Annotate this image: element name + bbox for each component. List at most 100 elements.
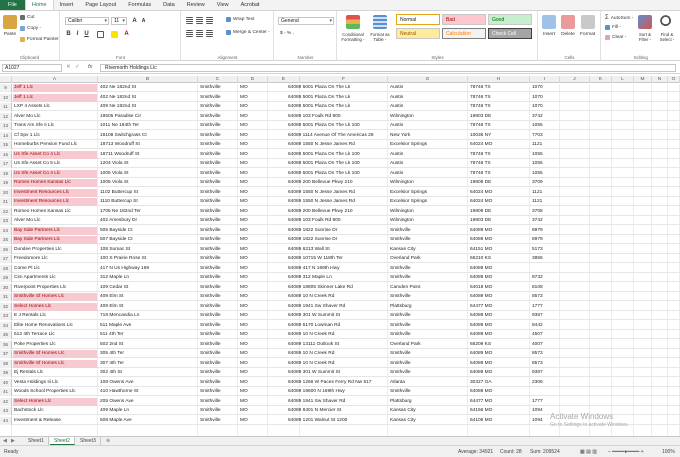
cell[interactable]: 402 Ne 182nd St: [99, 84, 197, 92]
cell[interactable]: Smithville Sf Homes Llc: [13, 359, 97, 368]
cell[interactable]: 8979: [531, 236, 561, 244]
column-header-d[interactable]: D: [238, 76, 268, 83]
cell[interactable]: Investment Resources Llc: [13, 188, 97, 197]
cell[interactable]: Kansas City: [389, 407, 467, 415]
cell[interactable]: Wilmington: [389, 179, 467, 187]
cell[interactable]: 64089 1941 Sw Shaver Rd: [287, 303, 387, 311]
sheet-tab-sheet2[interactable]: Sheet2: [50, 437, 75, 445]
cell[interactable]: MO: [239, 255, 267, 263]
cell[interactable]: Alver Mo Llc: [13, 217, 97, 225]
cell[interactable]: 8442: [531, 322, 561, 330]
row-header[interactable]: 39: [0, 369, 12, 377]
row-header[interactable]: 11: [0, 103, 12, 111]
column-header-a[interactable]: A: [12, 76, 98, 83]
cell[interactable]: 64089 MO: [469, 322, 529, 330]
cell[interactable]: Freedomore Llc: [13, 255, 97, 263]
row-header[interactable]: 25: [0, 236, 12, 244]
cell[interactable]: Smithville Sf Homes Llc: [13, 293, 97, 301]
find-select-button[interactable]: Find & Select -: [657, 15, 677, 42]
cell[interactable]: Austin: [389, 151, 467, 159]
cell[interactable]: MO: [239, 84, 267, 92]
cell[interactable]: Kansas City: [389, 246, 467, 254]
merge-center-button[interactable]: Merge & Center -: [226, 30, 270, 35]
cell[interactable]: Wilmington: [389, 217, 467, 225]
italic-button[interactable]: I: [74, 30, 81, 38]
cell[interactable]: 3742: [531, 217, 561, 225]
cell[interactable]: 409 Maple Ln: [99, 407, 197, 415]
cell[interactable]: 64089 MO: [469, 350, 529, 358]
column-header-k[interactable]: K: [590, 76, 612, 83]
row-header[interactable]: 14: [0, 131, 12, 140]
cell[interactable]: Smithville: [199, 122, 237, 130]
cell[interactable]: 1204 Viola St: [99, 160, 197, 168]
cell[interactable]: 1005 Viola St: [99, 170, 197, 178]
cell[interactable]: 8573: [531, 360, 561, 368]
cell[interactable]: 64089 MO: [469, 227, 529, 235]
cell[interactable]: 302 4th St: [99, 369, 197, 377]
cell[interactable]: 1055: [531, 122, 561, 130]
cell[interactable]: Us Sfe Asset Co 4 Llc: [13, 169, 97, 178]
tab-home[interactable]: Home: [24, 0, 54, 10]
cell[interactable]: 64089 MO: [469, 265, 529, 273]
column-header-c[interactable]: C: [198, 76, 238, 83]
cell[interactable]: 78746 TX: [469, 160, 529, 168]
cell[interactable]: Select Homes Llc: [13, 302, 97, 311]
cell[interactable]: 64089 1114 Avenue Of The Americas 28: [287, 132, 387, 140]
cell[interactable]: Austin: [389, 94, 467, 102]
cell[interactable]: 511 Maple Ave: [99, 322, 197, 330]
cell[interactable]: MO: [239, 322, 267, 330]
cell[interactable]: 64089 5001 Plaza On The Lk 100: [287, 151, 387, 159]
cell[interactable]: Smithville: [389, 322, 467, 330]
cell[interactable]: 312 Maple Ln: [99, 274, 197, 282]
cell[interactable]: MO: [239, 360, 267, 368]
cell[interactable]: 64089 5001 Plaza On The Lk 100: [287, 160, 387, 168]
cell[interactable]: Smithville: [199, 350, 237, 358]
cell[interactable]: 78746 TX: [469, 84, 529, 92]
cell[interactable]: New York: [389, 132, 467, 140]
bold-button[interactable]: B: [65, 30, 72, 38]
cell-style-calculation[interactable]: Calculation: [442, 28, 486, 39]
cell[interactable]: Smithville: [199, 388, 237, 396]
cell[interactable]: Smithville: [199, 141, 237, 149]
cell[interactable]: Plattsburg: [389, 398, 467, 406]
cell[interactable]: 64089 MO: [469, 236, 529, 244]
row-header[interactable]: 22: [0, 207, 12, 216]
cell[interactable]: 505 Bayside Ct: [99, 227, 197, 235]
currency-format-button[interactable]: $ - % ,: [280, 31, 294, 36]
cell[interactable]: Bachstock Llc: [13, 407, 97, 415]
tab-insert[interactable]: Insert: [54, 0, 80, 10]
cell[interactable]: 30327 GA: [469, 379, 529, 387]
cell[interactable]: Come Pl Llc: [13, 265, 97, 273]
select-all-corner[interactable]: [0, 76, 12, 83]
clear-button[interactable]: Clear -: [605, 35, 626, 40]
cell[interactable]: MO: [239, 331, 267, 339]
row-header[interactable]: 33: [0, 312, 12, 320]
cut-button[interactable]: Cut: [20, 15, 34, 20]
row-header[interactable]: 17: [0, 160, 12, 168]
autosum-button[interactable]: Σ AutoSum -: [605, 15, 633, 21]
cell[interactable]: 19505 Paradise Cir: [99, 113, 197, 121]
paste-button[interactable]: Paste: [3, 15, 17, 37]
cell[interactable]: Smithville: [199, 284, 237, 292]
cell[interactable]: Smithville: [389, 265, 467, 273]
cell[interactable]: Smithville: [199, 84, 237, 92]
cell[interactable]: 718 Mencandia Ln: [99, 312, 197, 320]
cell[interactable]: Smithville: [199, 189, 237, 197]
cell[interactable]: 64089 19600 N 169th Hwy: [287, 388, 387, 396]
cell[interactable]: 64089 10 N Creek Rd: [287, 360, 387, 368]
cell[interactable]: 64089 1550 N Jesse James Rd: [287, 141, 387, 149]
cell[interactable]: 64024 MO: [469, 141, 529, 149]
cell[interactable]: Austin: [389, 170, 467, 178]
cell[interactable]: 64018 MO: [469, 284, 529, 292]
cell[interactable]: 64024 MO: [469, 189, 529, 197]
cell[interactable]: Smithville: [199, 379, 237, 387]
fill-button[interactable]: Fill -: [605, 25, 621, 30]
row-header[interactable]: 34: [0, 321, 12, 330]
cell[interactable]: Smithville: [199, 407, 237, 415]
cell[interactable]: Excelsior Springs: [389, 141, 467, 149]
cell[interactable]: 64089 MO: [469, 388, 529, 396]
cell-style-bad[interactable]: Bad: [442, 14, 486, 25]
cell[interactable]: 64089 1941 Sw Shaver Rd: [287, 398, 387, 406]
format-painter-button[interactable]: Format Painter: [20, 37, 59, 42]
cell[interactable]: 507 Bayside Ct: [99, 236, 197, 244]
